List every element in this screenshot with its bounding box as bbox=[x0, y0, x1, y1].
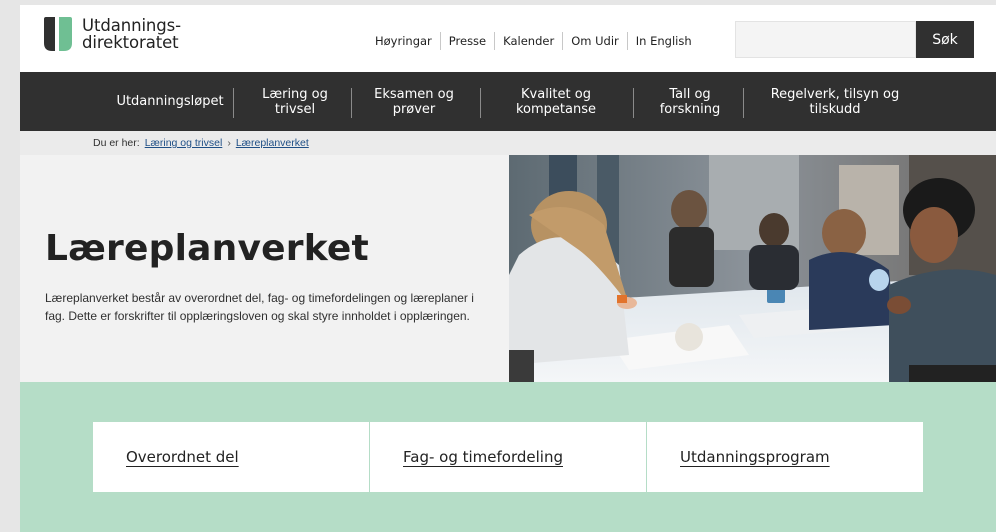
nav-item-label: prøver bbox=[392, 101, 436, 117]
toplink-kalender[interactable]: Kalender bbox=[495, 34, 562, 48]
toplink-hoyringar[interactable]: Høyringar bbox=[367, 34, 440, 48]
nav-divider bbox=[480, 88, 481, 118]
breadcrumb-item-lareplanverket[interactable]: Læreplanverket bbox=[236, 137, 309, 149]
search-input[interactable] bbox=[735, 21, 916, 58]
site-logo[interactable]: Utdannings- direktoratet bbox=[42, 15, 181, 53]
nav-item-regelverk[interactable]: Regelverk, tilsyn og tilskudd bbox=[745, 72, 925, 131]
udir-logo-icon bbox=[44, 17, 72, 51]
nav-divider bbox=[233, 88, 234, 118]
nav-divider bbox=[743, 88, 744, 118]
toplink-presse[interactable]: Presse bbox=[441, 34, 494, 48]
nav-item-label: trivsel bbox=[274, 101, 316, 117]
breadcrumb-prefix: Du er her: bbox=[93, 137, 140, 149]
nav-item-label: Tall og bbox=[669, 86, 711, 102]
nav-item-label: kompetanse bbox=[515, 101, 596, 117]
nav-item-utdanningslopet[interactable]: Utdanningsløpet bbox=[100, 72, 240, 131]
breadcrumb-separator: › bbox=[227, 137, 231, 149]
toplink-in-english[interactable]: In English bbox=[628, 34, 700, 48]
nav-item-label: tilskudd bbox=[809, 101, 861, 117]
nav-item-eksamen-og-prover[interactable]: Eksamen og prøver bbox=[353, 72, 475, 131]
search-form: Søk bbox=[735, 21, 974, 58]
logo-line-2: direktoratet bbox=[82, 33, 179, 52]
link-card-utdanningsprogram[interactable]: Utdanningsprogram bbox=[647, 422, 923, 492]
page: Utdannings- direktoratet Høyringar Press… bbox=[20, 5, 996, 532]
nav-item-label: forskning bbox=[659, 101, 721, 117]
nav-divider bbox=[351, 88, 352, 118]
nav-item-tall-og-forskning[interactable]: Tall og forskning bbox=[635, 72, 745, 131]
link-card-fag-og-timefordeling[interactable]: Fag- og timefordeling bbox=[370, 422, 646, 492]
breadcrumb: Du er her: Læring og trivsel › Læreplanv… bbox=[20, 131, 996, 155]
link-label[interactable]: Overordnet del bbox=[126, 448, 239, 466]
nav-item-label: Utdanningsløpet bbox=[116, 94, 224, 109]
link-label[interactable]: Fag- og timefordeling bbox=[403, 448, 563, 466]
logo-text: Utdannings- direktoratet bbox=[82, 17, 181, 51]
page-title: Læreplanverket bbox=[45, 228, 369, 269]
logo-line-1: Utdannings- bbox=[82, 16, 182, 35]
nav-item-label: Regelverk, tilsyn og bbox=[770, 86, 900, 102]
link-card-overordnet-del[interactable]: Overordnet del bbox=[93, 422, 369, 492]
links-section: Overordnet del Fag- og timefordeling Utd… bbox=[20, 382, 996, 532]
toplink-om-udir[interactable]: Om Udir bbox=[563, 34, 627, 48]
hero-section: Læreplanverket Læreplanverket består av … bbox=[20, 155, 996, 382]
main-nav: Utdanningsløpet Læring og trivsel Eksame… bbox=[20, 72, 996, 131]
hero-intro: Læreplanverket består av overordnet del,… bbox=[45, 291, 474, 323]
nav-item-label: Læring og bbox=[262, 86, 328, 102]
top-links: Høyringar Presse Kalender Om Udir In Eng… bbox=[367, 32, 700, 50]
hero-photo bbox=[509, 155, 996, 382]
link-label[interactable]: Utdanningsprogram bbox=[680, 448, 830, 466]
nav-item-laering-og-trivsel[interactable]: Læring og trivsel bbox=[240, 72, 350, 131]
nav-item-label: Eksamen og bbox=[374, 86, 454, 102]
classroom-photo bbox=[509, 155, 996, 382]
nav-item-kvalitet-og-kompetanse[interactable]: Kvalitet og kompetanse bbox=[485, 72, 627, 131]
search-button[interactable]: Søk bbox=[916, 21, 974, 58]
nav-divider bbox=[633, 88, 634, 118]
nav-item-label: Kvalitet og bbox=[521, 86, 591, 102]
site-header: Utdannings- direktoratet Høyringar Press… bbox=[20, 5, 996, 72]
breadcrumb-item-laering-og-trivsel[interactable]: Læring og trivsel bbox=[145, 137, 223, 149]
